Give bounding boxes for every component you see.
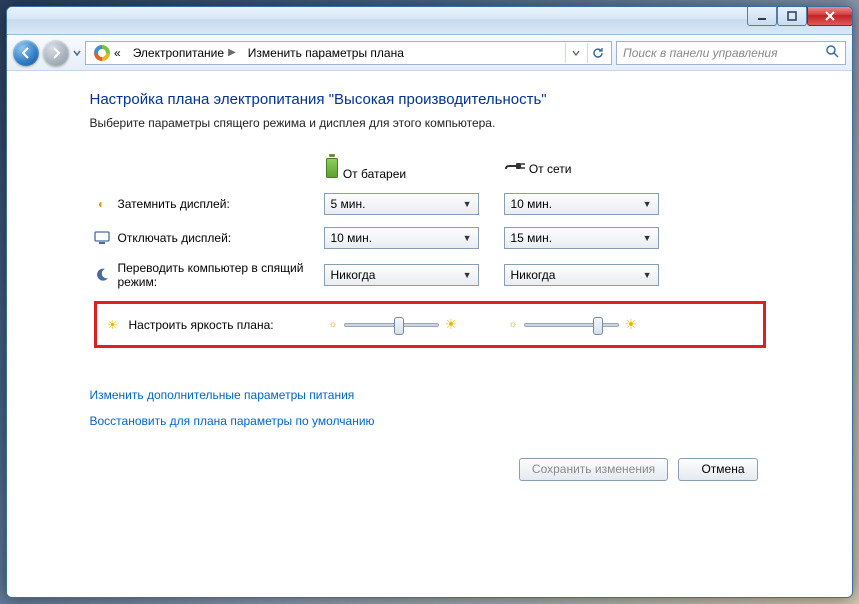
close-button[interactable]: [807, 6, 853, 26]
dim-ac-select[interactable]: 10 мин.▼: [504, 193, 659, 215]
button-bar: Сохранить изменения Отмена: [90, 458, 770, 481]
sleep-battery-select[interactable]: Никогда▼: [324, 264, 479, 286]
search-icon[interactable]: [825, 44, 839, 61]
maximize-button[interactable]: [777, 6, 807, 26]
caret-down-icon: ▼: [463, 270, 472, 280]
sun-icon: ☀: [105, 317, 121, 333]
search-placeholder: Поиск в панели управления: [623, 46, 778, 60]
breadcrumb-root[interactable]: «: [88, 42, 127, 64]
titlebar: [7, 7, 852, 35]
link-restore-defaults[interactable]: Восстановить для плана параметры по умол…: [90, 414, 770, 428]
sun-max-icon: ☀: [625, 316, 638, 333]
refresh-button[interactable]: [587, 43, 607, 63]
control-panel-window: « Электропитание ▶ Изменить параметры пл…: [6, 6, 853, 598]
links-section: Изменить дополнительные параметры питани…: [90, 388, 770, 428]
caret-down-icon: ▼: [463, 233, 472, 243]
nav-history-dropdown-icon[interactable]: [73, 47, 81, 59]
caret-down-icon: ▼: [643, 270, 652, 280]
nav-forward-button[interactable]: [43, 40, 69, 66]
row-brightness: ☀Настроить яркость плана: ☼ ☀: [90, 295, 770, 354]
row-turnoff-display: Отключать дисплей: 10 мин.▼ 15 мин.▼: [90, 221, 770, 255]
col-battery-label: От батареи: [343, 167, 406, 181]
link-advanced-settings[interactable]: Изменить дополнительные параметры питани…: [90, 388, 770, 402]
power-options-icon: [94, 45, 110, 61]
sleep-ac-select[interactable]: Никогда▼: [504, 264, 659, 286]
address-bar[interactable]: « Электропитание ▶ Изменить параметры пл…: [85, 41, 612, 65]
sun-max-icon: ☀: [445, 316, 458, 333]
nav-back-button[interactable]: [13, 40, 39, 66]
col-ac-label: От сети: [529, 162, 572, 176]
chevron-right-icon: ▶: [228, 47, 236, 58]
row-dim-display: ◐Затемнить дисплей: 5 мин.▼ 10 мин.▼: [90, 187, 770, 221]
breadcrumb-seg-1[interactable]: Электропитание ▶: [127, 42, 242, 64]
brightness-highlight: ☀Настроить яркость плана: ☼ ☀: [94, 301, 766, 348]
turnoff-ac-select[interactable]: 15 мин.▼: [504, 227, 659, 249]
dim-battery-select[interactable]: 5 мин.▼: [324, 193, 479, 215]
moon-icon: [94, 267, 110, 283]
dim-icon: ◐: [94, 196, 110, 212]
page-title: Настройка плана электропитания "Высокая …: [90, 91, 770, 108]
caret-down-icon: ▼: [463, 199, 472, 209]
turnoff-battery-select[interactable]: 10 мин.▼: [324, 227, 479, 249]
brightness-battery-slider[interactable]: [344, 323, 439, 327]
plug-icon: [504, 159, 526, 173]
breadcrumb-seg-2[interactable]: Изменить параметры плана: [242, 42, 410, 64]
caret-down-icon: ▼: [643, 233, 652, 243]
settings-grid: От батареи От сети ◐Затемнить дисплей: 5…: [90, 148, 770, 354]
navbar: « Электропитание ▶ Изменить параметры пл…: [7, 35, 852, 71]
monitor-icon: [94, 230, 110, 246]
minimize-button[interactable]: [747, 6, 777, 26]
battery-icon: [324, 154, 340, 178]
address-dropdown-icon[interactable]: [565, 43, 585, 63]
search-input[interactable]: Поиск в панели управления: [616, 41, 846, 65]
brightness-ac-slider[interactable]: [524, 323, 619, 327]
breadcrumb-back-prefix: «: [114, 46, 121, 60]
content-area: Настройка плана электропитания "Высокая …: [7, 71, 852, 597]
page-subtitle: Выберите параметры спящего режима и дисп…: [90, 116, 770, 130]
row-sleep: Переводить компьютер в спящий режим: Ник…: [90, 255, 770, 295]
sun-min-icon: ☼: [509, 319, 518, 330]
cancel-button[interactable]: Отмена: [678, 458, 758, 481]
save-button[interactable]: Сохранить изменения: [519, 458, 668, 481]
sun-min-icon: ☼: [329, 319, 338, 330]
caret-down-icon: ▼: [643, 199, 652, 209]
